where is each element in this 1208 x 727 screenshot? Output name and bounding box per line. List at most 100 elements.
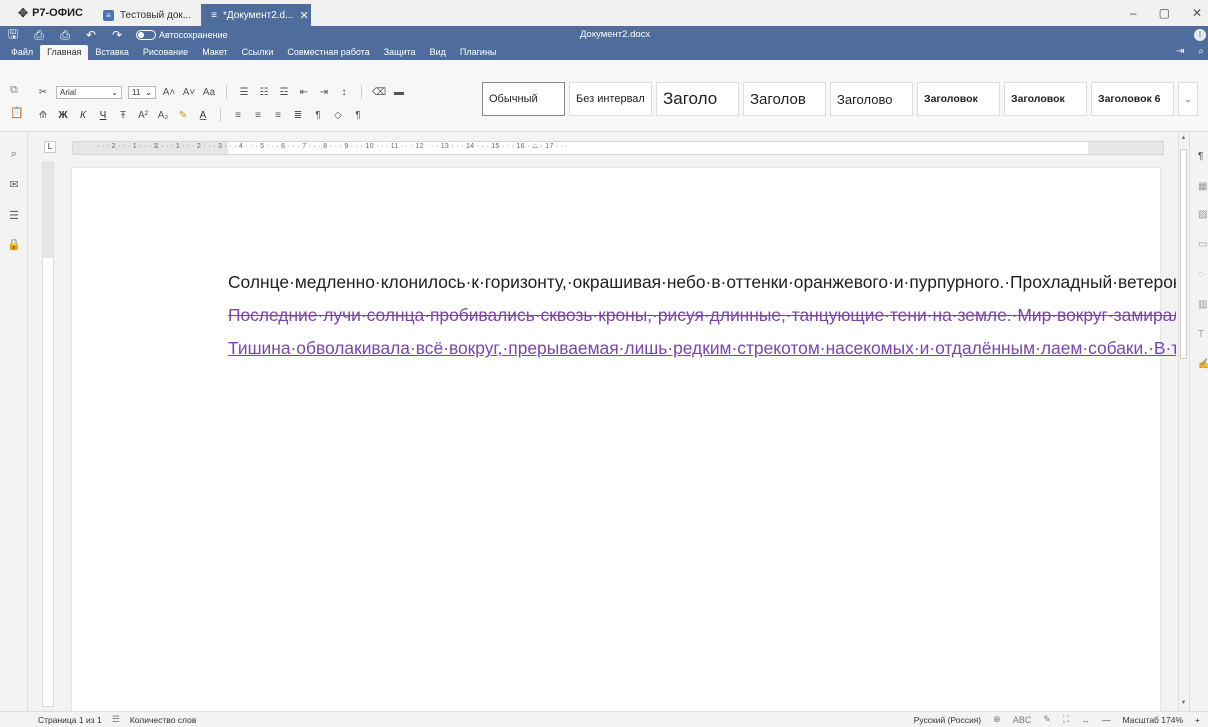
style-no-spacing[interactable]: Без интервал xyxy=(569,82,652,116)
multilevel-list-icon[interactable]: ☲ xyxy=(277,87,291,98)
increase-font-button[interactable]: A˄ xyxy=(162,87,176,98)
vertical-ruler[interactable] xyxy=(42,162,54,707)
scroll-up-icon[interactable]: ▲ xyxy=(1180,135,1187,144)
font-name-select[interactable]: Arial ⌄ xyxy=(56,85,122,99)
menu-view[interactable]: Вид xyxy=(423,45,453,60)
zoom-level[interactable]: Масштаб 174% xyxy=(1123,715,1183,725)
minimize-button[interactable]: – xyxy=(1130,6,1137,20)
navigation-icon[interactable]: ☰ xyxy=(7,209,21,222)
cut-icon[interactable]: ✂ xyxy=(36,87,50,98)
decrease-font-button[interactable]: A˅ xyxy=(182,87,196,98)
font-color-button[interactable]: A xyxy=(196,110,210,121)
zoom-in-button[interactable]: + xyxy=(1195,715,1200,725)
tab-test-document[interactable]: ≡ Тестовый док... xyxy=(93,4,201,26)
align-left-icon[interactable]: ≡ xyxy=(231,110,245,121)
redo-icon[interactable]: ↷ xyxy=(104,28,130,42)
bold-button[interactable]: Ж xyxy=(56,110,70,121)
inserted-paragraph[interactable]: Тишина·обволакивала·всё·вокруг,·прерывае… xyxy=(228,337,1176,359)
app-logo[interactable]: ✥ Р7-ОФИС xyxy=(0,6,93,20)
shading-icon[interactable]: ▬ xyxy=(392,87,406,98)
maximize-button[interactable]: ▢ xyxy=(1159,6,1170,20)
spellcheck-icon[interactable]: ABC xyxy=(1013,715,1032,725)
nonprinting-characters-button[interactable]: ¶ xyxy=(311,110,325,121)
copy-icon[interactable]: ⧉ xyxy=(10,84,18,97)
style-heading-3[interactable]: Заголово xyxy=(830,82,913,116)
shape-settings-icon[interactable]: ◌ xyxy=(1198,269,1204,280)
close-window-button[interactable]: ✕ xyxy=(1192,6,1202,20)
menu-protection[interactable]: Защита xyxy=(377,45,423,60)
deleted-paragraph[interactable]: Последние·лучи·солнца·пробивались·сквозь… xyxy=(228,304,1176,326)
menu-plugins[interactable]: Плагины xyxy=(453,45,503,60)
tab-document2[interactable]: ≡ *Документ2.d... ✕ xyxy=(201,4,312,26)
menu-draw[interactable]: Рисование xyxy=(136,45,195,60)
autosave-toggle[interactable] xyxy=(136,30,156,40)
document-page[interactable]: Солнце·медленно·клонилось·к·горизонту,·о… xyxy=(72,168,1176,711)
paragraph-settings-icon[interactable]: ¶ xyxy=(1198,151,1203,162)
table-settings-icon[interactable]: ▦ xyxy=(1198,181,1207,192)
textart-icon[interactable]: T xyxy=(1198,329,1204,340)
close-tab-icon[interactable]: ✕ xyxy=(299,9,308,22)
signature-icon[interactable]: ✍ xyxy=(1198,359,1208,370)
subscript-button[interactable]: A₂ xyxy=(156,110,170,121)
globe-icon[interactable]: ⊕ xyxy=(993,714,1001,725)
bullets-icon[interactable]: ☰ xyxy=(237,87,251,98)
style-normal[interactable]: Обычный xyxy=(482,82,565,116)
decrease-indent-icon[interactable]: ⇤ xyxy=(297,87,311,98)
undo-icon[interactable]: ↶ xyxy=(78,28,104,42)
header-footer-icon[interactable]: ▭ xyxy=(1198,239,1207,250)
menu-home[interactable]: Главная xyxy=(40,45,89,60)
style-heading-4[interactable]: Заголовок xyxy=(917,82,1000,116)
increase-indent-icon[interactable]: ⇥ xyxy=(317,87,331,98)
italic-button[interactable]: К xyxy=(76,110,90,121)
page-info[interactable]: Страница 1 из 1 xyxy=(38,715,102,725)
word-count-button[interactable]: Количество слов xyxy=(130,715,197,725)
style-heading-1[interactable]: Заголо xyxy=(656,82,739,116)
strikethrough-button[interactable]: Ŧ xyxy=(116,110,130,121)
menu-file[interactable]: Файл xyxy=(4,45,40,60)
menu-insert[interactable]: Вставка xyxy=(88,45,135,60)
align-right-icon[interactable]: ≡ xyxy=(271,110,285,121)
justify-icon[interactable]: ≣ xyxy=(291,110,305,121)
scrollbar-thumb[interactable] xyxy=(1180,149,1187,359)
search-icon[interactable]: ⌕ xyxy=(7,148,21,161)
print-icon[interactable]: ⎙ xyxy=(26,28,52,43)
change-case-button[interactable]: Aa xyxy=(202,87,216,98)
tab-stop-selector[interactable]: L xyxy=(44,141,56,153)
save-icon[interactable]: 🖫 xyxy=(0,25,26,46)
align-center-icon[interactable]: ≡ xyxy=(251,110,265,121)
more-styles-button[interactable]: ⌄ xyxy=(1178,82,1198,116)
font-size-select[interactable]: 11 ⌄ xyxy=(128,85,156,99)
fit-page-icon[interactable]: ⛶ xyxy=(1063,714,1069,725)
numbering-icon[interactable]: ☷ xyxy=(257,87,271,98)
track-changes-icon[interactable]: ✎ xyxy=(1043,714,1051,725)
superscript-button[interactable]: A² xyxy=(136,110,150,121)
scroll-down-icon[interactable]: ▼ xyxy=(1180,700,1187,709)
copy-style-icon[interactable]: ⟰ xyxy=(36,110,50,121)
paragraph[interactable]: Солнце·медленно·клонилось·к·горизонту,·о… xyxy=(228,271,1176,293)
chart-settings-icon[interactable]: ▥ xyxy=(1198,299,1207,310)
menu-layout[interactable]: Макет xyxy=(195,45,234,60)
quick-print-icon[interactable]: ⎙ xyxy=(52,28,78,43)
paragraph-settings-icon[interactable]: ¶ xyxy=(351,110,365,121)
style-heading-2[interactable]: Заголов xyxy=(743,82,826,116)
style-heading-6[interactable]: Заголовок 6 xyxy=(1091,82,1174,116)
zoom-out-button[interactable]: — xyxy=(1102,715,1111,725)
menu-collaboration[interactable]: Совместная работа xyxy=(280,45,376,60)
style-heading-5[interactable]: Заголовок xyxy=(1004,82,1087,116)
search-icon[interactable]: ⌕ xyxy=(1198,46,1204,57)
lock-icon[interactable]: 🔒 xyxy=(7,238,21,251)
horizontal-ruler[interactable]: · · · 2 · · · 1 · · · ⧖ · · · 1 · · · 2 … xyxy=(72,141,1164,155)
paste-icon[interactable]: 📋 xyxy=(10,106,24,119)
menu-references[interactable]: Ссылки xyxy=(235,45,281,60)
user-avatar[interactable]: I xyxy=(1194,29,1206,41)
underline-button[interactable]: Ч xyxy=(96,110,110,121)
fill-color-icon[interactable]: ◇ xyxy=(331,110,345,121)
image-settings-icon[interactable]: ▨ xyxy=(1198,209,1207,220)
clear-style-icon[interactable]: ⌫ xyxy=(372,87,386,98)
highlight-icon[interactable]: ✎ xyxy=(176,110,190,121)
fit-width-icon[interactable]: ↔ xyxy=(1081,715,1090,725)
language-select[interactable]: Русский (Россия) xyxy=(914,715,981,725)
vertical-scrollbar[interactable]: ▲ ▼ xyxy=(1178,133,1188,711)
open-location-icon[interactable]: ⇥ xyxy=(1176,46,1184,57)
line-spacing-icon[interactable]: ↕ xyxy=(337,87,351,98)
